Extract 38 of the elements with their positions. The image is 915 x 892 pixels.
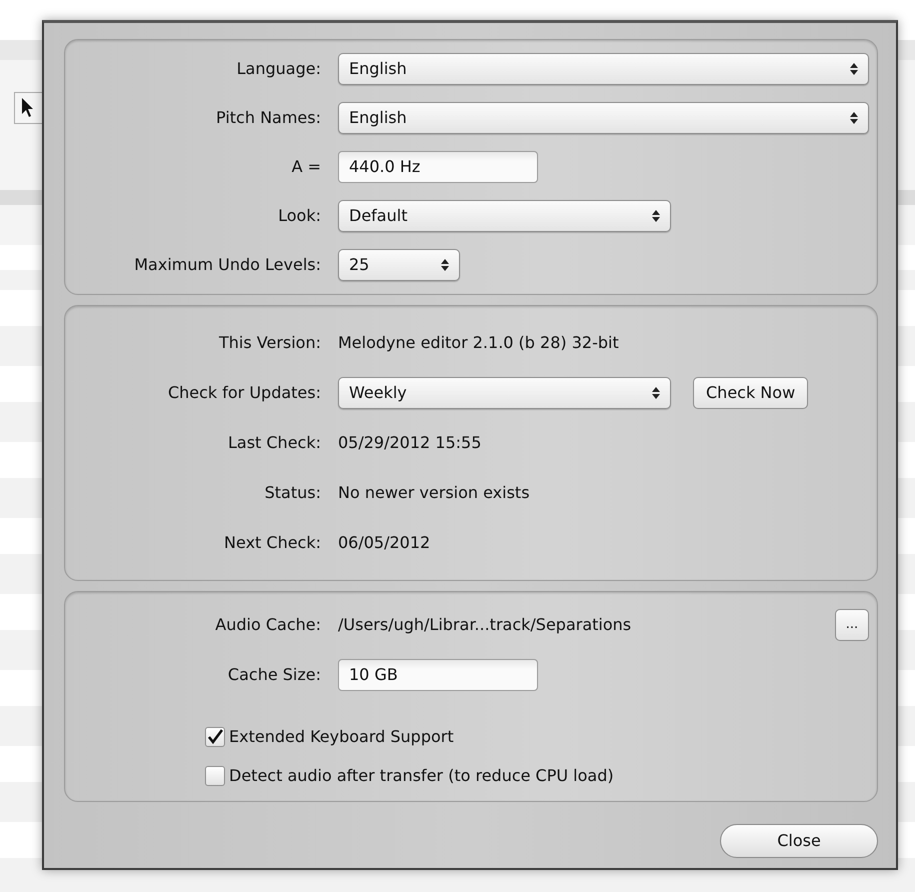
field-label: Status: bbox=[264, 482, 322, 504]
value-text: No newer version exists bbox=[338, 482, 530, 504]
checkbox[interactable] bbox=[205, 766, 225, 786]
field-label: Language: bbox=[236, 58, 322, 80]
stepper-arrows-icon bbox=[850, 62, 858, 76]
dropdown[interactable]: English bbox=[338, 102, 869, 134]
check-now-button[interactable]: Check Now bbox=[693, 377, 808, 409]
text-field[interactable]: 440.0 Hz bbox=[338, 151, 538, 183]
checkbox[interactable] bbox=[205, 727, 225, 747]
stepper-arrows-icon bbox=[652, 386, 660, 400]
field-label: Last Check: bbox=[226, 432, 322, 454]
dropdown[interactable]: English bbox=[338, 53, 869, 85]
stepper-arrows-icon bbox=[441, 258, 449, 272]
field-label: Look: bbox=[277, 205, 322, 227]
dropdown[interactable]: 25 bbox=[338, 249, 460, 281]
browse-button[interactable]: ... bbox=[835, 609, 869, 641]
field-label: This Version: bbox=[218, 332, 322, 354]
field-label: A = bbox=[290, 156, 322, 178]
stepper-arrows-icon bbox=[652, 209, 660, 223]
dropdown[interactable]: Default bbox=[338, 200, 671, 232]
stepper-arrows-icon bbox=[850, 111, 858, 125]
field-label: Cache Size: bbox=[226, 664, 322, 686]
field-label: Next Check: bbox=[223, 532, 322, 554]
dropdown[interactable]: Weekly bbox=[338, 377, 671, 409]
value-text: 06/05/2012 bbox=[338, 532, 430, 554]
checkbox-label: Detect audio after transfer (to reduce CPU load) bbox=[229, 765, 614, 787]
value-text: 05/29/2012 15:55 bbox=[338, 432, 482, 454]
value-text: /Users/ugh/Librar...track/Separations bbox=[338, 614, 632, 636]
field-label: Audio Cache: bbox=[214, 614, 322, 636]
text-field[interactable]: 10 GB bbox=[338, 659, 538, 691]
cursor-icon bbox=[21, 97, 35, 119]
close-button[interactable]: Close bbox=[720, 824, 878, 858]
field-label: Check for Updates: bbox=[166, 382, 322, 404]
checkbox-label: Extended Keyboard Support bbox=[229, 726, 454, 748]
field-label: Pitch Names: bbox=[215, 107, 322, 129]
field-label: Maximum Undo Levels: bbox=[133, 254, 322, 276]
value-text: Melodyne editor 2.1.0 (b 28) 32-bit bbox=[338, 332, 619, 354]
checkmark-icon bbox=[207, 729, 223, 745]
